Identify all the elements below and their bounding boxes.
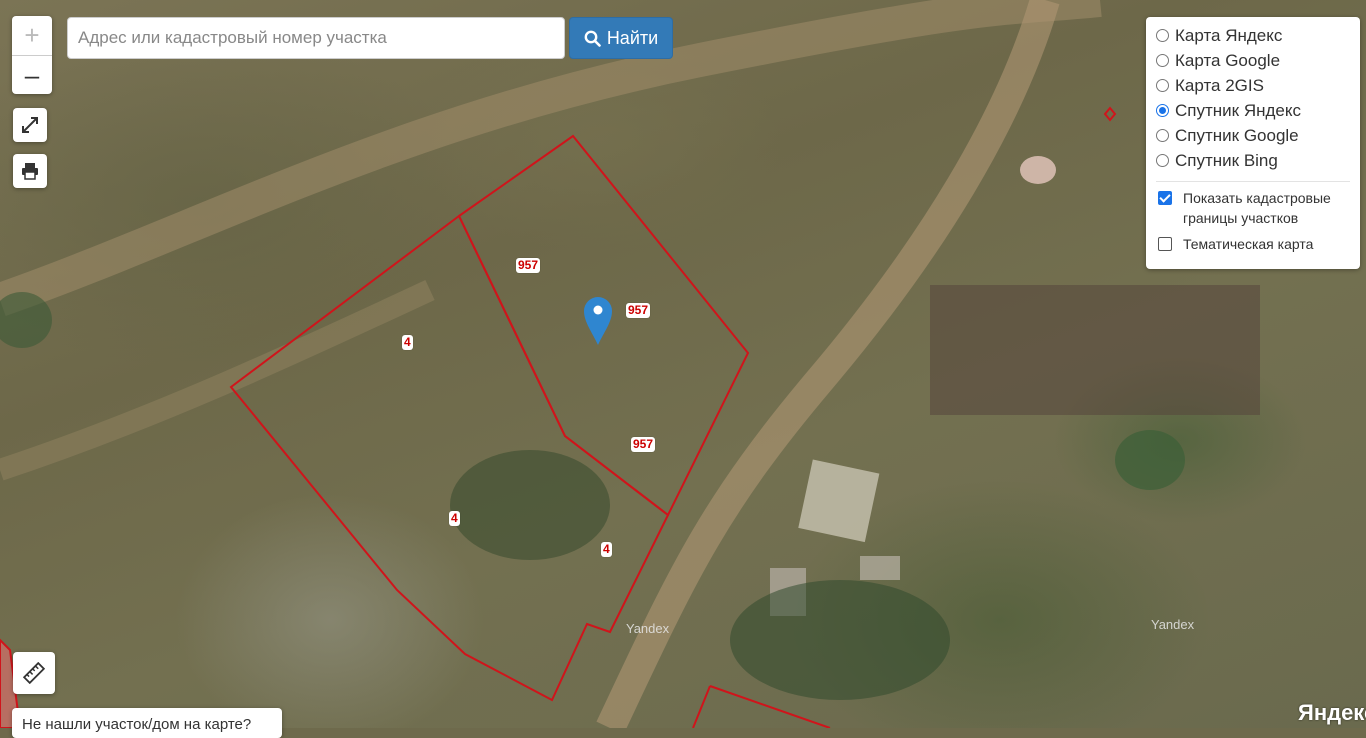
parcel-boundary-small (1103, 106, 1117, 122)
printer-icon (22, 163, 38, 180)
layer-option-label: Карта Google (1175, 50, 1281, 70)
layer-option-label: Спутник Google (1175, 125, 1299, 145)
layer-option-yandex-map[interactable]: Карта Яндекс (1156, 23, 1350, 48)
zoom-control: + – (12, 16, 52, 94)
location-marker (584, 297, 612, 345)
tree-cluster (450, 450, 610, 560)
checkbox[interactable] (1158, 237, 1172, 251)
radio-button[interactable] (1156, 79, 1169, 92)
thematic-map-option[interactable]: Тематическая карта (1156, 234, 1350, 254)
layer-option-label: Спутник Яндекс (1175, 100, 1301, 120)
layer-option-bing-satellite[interactable]: Спутник Bing (1156, 148, 1350, 173)
map-watermark: Yandex (1151, 617, 1195, 632)
not-found-link[interactable]: Не нашли участок/дом на карте? (12, 708, 282, 738)
radio-button-selected[interactable] (1156, 104, 1169, 117)
radio-button[interactable] (1156, 129, 1169, 142)
building (860, 556, 900, 580)
parcel-label: 957 (631, 437, 656, 452)
field-patch (930, 285, 1260, 415)
search-button[interactable]: Найти (569, 17, 673, 59)
dirt-road (0, 280, 435, 481)
parcel-label: 4 (402, 335, 413, 350)
radio-button[interactable] (1156, 154, 1169, 167)
checkbox-label: Показать кадастровые границы участков (1183, 190, 1331, 226)
parcel-label: 4 (449, 511, 460, 526)
ruler-icon (23, 662, 45, 684)
parcel-boundary-4 (229, 214, 670, 702)
layer-option-2gis-map[interactable]: Карта 2GIS (1156, 73, 1350, 98)
parcel-boundary-partial (692, 685, 711, 728)
tree-cluster (1115, 430, 1185, 490)
layer-option-label: Карта 2GIS (1175, 75, 1264, 95)
ruler-button[interactable] (13, 652, 55, 694)
expand-icon (22, 117, 38, 133)
parcel-label: 4 (601, 542, 612, 557)
zoom-out-button[interactable]: – (12, 55, 52, 94)
show-cadastral-borders-option[interactable]: Показать кадастровые границы участков (1156, 188, 1350, 228)
zoom-in-button[interactable]: + (12, 16, 52, 55)
layer-option-google-satellite[interactable]: Спутник Google (1156, 123, 1350, 148)
print-button[interactable] (13, 154, 47, 188)
layer-option-google-map[interactable]: Карта Google (1156, 48, 1350, 73)
panel-divider (1156, 181, 1350, 182)
layer-option-label: Карта Яндекс (1175, 25, 1283, 45)
layer-option-label: Спутник Bing (1175, 150, 1278, 170)
map-watermark: Yandex (626, 621, 670, 636)
parcel-label: 957 (626, 303, 651, 318)
parcel-label: 957 (516, 258, 541, 273)
layer-switcher-panel: Карта Яндекс Карта Google Карта 2GIS Спу… (1146, 17, 1360, 269)
roof-spot (1020, 156, 1056, 184)
fullscreen-button[interactable] (13, 108, 47, 142)
search-icon (584, 30, 601, 47)
search-button-label: Найти (606, 27, 659, 48)
address-search-input[interactable] (67, 17, 565, 59)
building (798, 459, 880, 543)
checkbox-checked[interactable] (1158, 191, 1172, 205)
radio-button[interactable] (1156, 54, 1169, 67)
checkbox-label: Тематическая карта (1183, 236, 1314, 252)
map-provider-logo: Яндекс (1298, 700, 1366, 725)
layer-option-yandex-satellite[interactable]: Спутник Яндекс (1156, 98, 1350, 123)
radio-button[interactable] (1156, 29, 1169, 42)
tree-cluster (730, 580, 950, 700)
